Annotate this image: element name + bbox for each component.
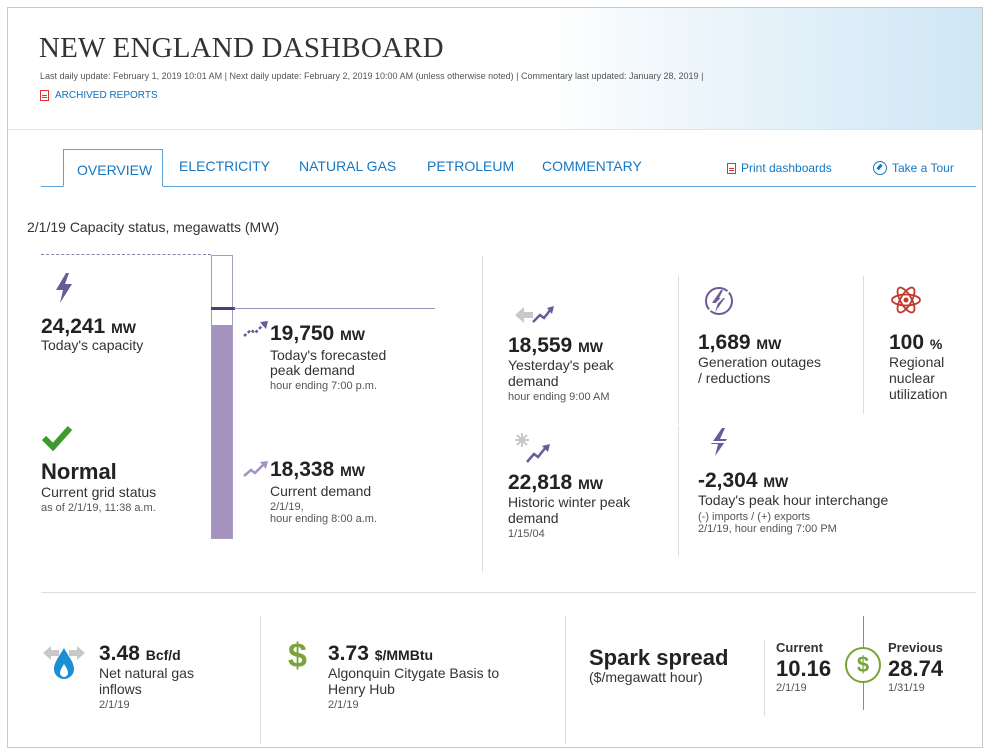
- winter-label-2: demand: [508, 510, 559, 526]
- outages-label-1: Generation outages: [698, 354, 821, 370]
- tab-overview[interactable]: OVERVIEW: [63, 149, 164, 187]
- basis-label-1: Algonquin Citygate Basis to: [328, 665, 500, 681]
- winter-peak-value: 22,818 MW: [508, 471, 603, 494]
- current-trend-icon: [243, 461, 268, 477]
- print-dashboards-label: Print dashboards: [741, 161, 832, 175]
- yesterday-peak-value: 18,559 MW: [508, 334, 603, 357]
- forecast-label-2: peak demand: [270, 362, 355, 378]
- spark-previous-label: Previous: [888, 640, 943, 655]
- current-demand-fill: [212, 324, 232, 538]
- current-demand-label: Current demand: [270, 483, 372, 499]
- page-title: NEW ENGLAND DASHBOARD: [39, 32, 444, 64]
- grid-status-label: Current grid status: [41, 484, 157, 500]
- nuclear-label-1: Regional: [889, 354, 945, 370]
- grid-status-value: Normal: [41, 459, 117, 484]
- column-divider: [260, 616, 261, 744]
- header: NEW ENGLAND DASHBOARD Last daily update:…: [8, 8, 982, 130]
- spark-current-label: Current: [776, 640, 823, 655]
- winter-label-1: Historic winter peak: [508, 494, 631, 510]
- spark-current-date: 2/1/19: [776, 682, 807, 694]
- current-demand-value: 18,338 MW: [270, 458, 365, 481]
- interchange-sub-1: (-) imports / (+) exports: [698, 511, 811, 523]
- nuclear-value: 100 %: [889, 331, 943, 354]
- update-info: Last daily update: February 1, 2019 10:0…: [40, 71, 704, 81]
- pdf-icon: [40, 90, 49, 101]
- today-capacity-label: Today's capacity: [41, 337, 144, 353]
- tab-petroleum[interactable]: PETROLEUM: [427, 158, 514, 174]
- atom-icon: [891, 286, 921, 314]
- gas-date: 2/1/19: [99, 699, 130, 711]
- archived-reports-label: ARCHIVED REPORTS: [55, 90, 158, 101]
- gas-inflows-value: 3.48 Bcf/d: [99, 642, 181, 665]
- snowflake-trend-icon: [515, 433, 550, 463]
- column-divider: [678, 426, 679, 556]
- current-demand-hour: hour ending 8:00 a.m.: [270, 513, 378, 525]
- forecast-trend-icon: [243, 321, 268, 337]
- dollar-icon: $: [288, 637, 307, 675]
- column-divider: [678, 276, 679, 424]
- take-a-tour-label: Take a Tour: [892, 161, 954, 175]
- dashboard-frame: NEW ENGLAND DASHBOARD Last daily update:…: [7, 7, 983, 748]
- tab-natural-gas[interactable]: NATURAL GAS: [299, 158, 396, 174]
- outage-lightning-icon: [705, 287, 733, 315]
- dollar-circle-icon: $: [845, 647, 881, 683]
- basis-date: 2/1/19: [328, 699, 359, 711]
- forecast-marker: [211, 307, 235, 311]
- print-dashboards-link[interactable]: Print dashboards: [727, 161, 832, 175]
- yesterday-label-2: demand: [508, 373, 559, 389]
- spark-previous-date: 1/31/19: [888, 682, 925, 694]
- capacity-bar: [211, 255, 235, 539]
- capacity-section-title: 2/1/19 Capacity status, megawatts (MW): [27, 219, 280, 235]
- column-divider: [863, 276, 864, 414]
- interchange-label: Today's peak hour interchange: [698, 492, 889, 508]
- take-a-tour-link[interactable]: Take a Tour: [873, 161, 954, 175]
- basis-label-2: Henry Hub: [328, 681, 395, 697]
- today-capacity-value: 24,241 MW: [41, 315, 136, 338]
- forecast-demand-value: 19,750 MW: [270, 322, 365, 345]
- outages-value: 1,689 MW: [698, 331, 782, 354]
- interchange-value: -2,304 MW: [698, 469, 789, 492]
- forecast-hour: hour ending 7:00 p.m.: [270, 380, 378, 392]
- gas-flame-icon: [43, 646, 85, 679]
- interchange-lightning-icon: [708, 428, 730, 456]
- tab-commentary[interactable]: COMMENTARY: [542, 158, 642, 174]
- tab-electricity[interactable]: ELECTRICITY: [179, 158, 270, 174]
- nuclear-label-2: nuclear: [889, 370, 935, 386]
- column-divider: [764, 640, 765, 716]
- bottom-divider: [41, 592, 976, 593]
- pdf-icon: [727, 162, 736, 174]
- yesterday-hour: hour ending 9:00 AM: [508, 391, 610, 403]
- archived-reports-link[interactable]: ARCHIVED REPORTS: [40, 90, 158, 101]
- tabs-underline: [41, 186, 976, 187]
- nuclear-label-3: utilization: [889, 386, 948, 402]
- spark-spread-unit: ($/megawatt hour): [589, 669, 703, 685]
- compass-icon: [873, 161, 887, 175]
- winter-date: 1/15/04: [508, 528, 545, 540]
- spark-spread-title: Spark spread: [589, 645, 729, 670]
- column-divider: [565, 616, 566, 744]
- yesterday-peak-icon: [515, 306, 554, 323]
- lightning-icon: [56, 273, 72, 303]
- gas-label-1: Net natural gas: [99, 665, 194, 681]
- gas-label-2: inflows: [99, 681, 142, 697]
- forecast-line: [234, 308, 435, 310]
- forecast-label-1: Today's forecasted: [270, 347, 387, 363]
- outages-label-2: / reductions: [698, 370, 771, 386]
- basis-value: 3.73 $/MMBtu: [328, 642, 434, 665]
- current-demand-date: 2/1/19,: [270, 501, 304, 513]
- spark-current-value: 10.16: [776, 656, 832, 681]
- spark-previous-value: 28.74: [888, 656, 944, 681]
- interchange-sub-2: 2/1/19, hour ending 7:00 PM: [698, 523, 837, 535]
- grid-status-time: as of 2/1/19, 11:38 a.m.: [41, 502, 156, 514]
- capacity-dashed-line: [41, 254, 211, 255]
- column-divider: [482, 256, 483, 572]
- yesterday-label-1: Yesterday's peak: [508, 357, 614, 373]
- checkmark-icon: [41, 425, 73, 451]
